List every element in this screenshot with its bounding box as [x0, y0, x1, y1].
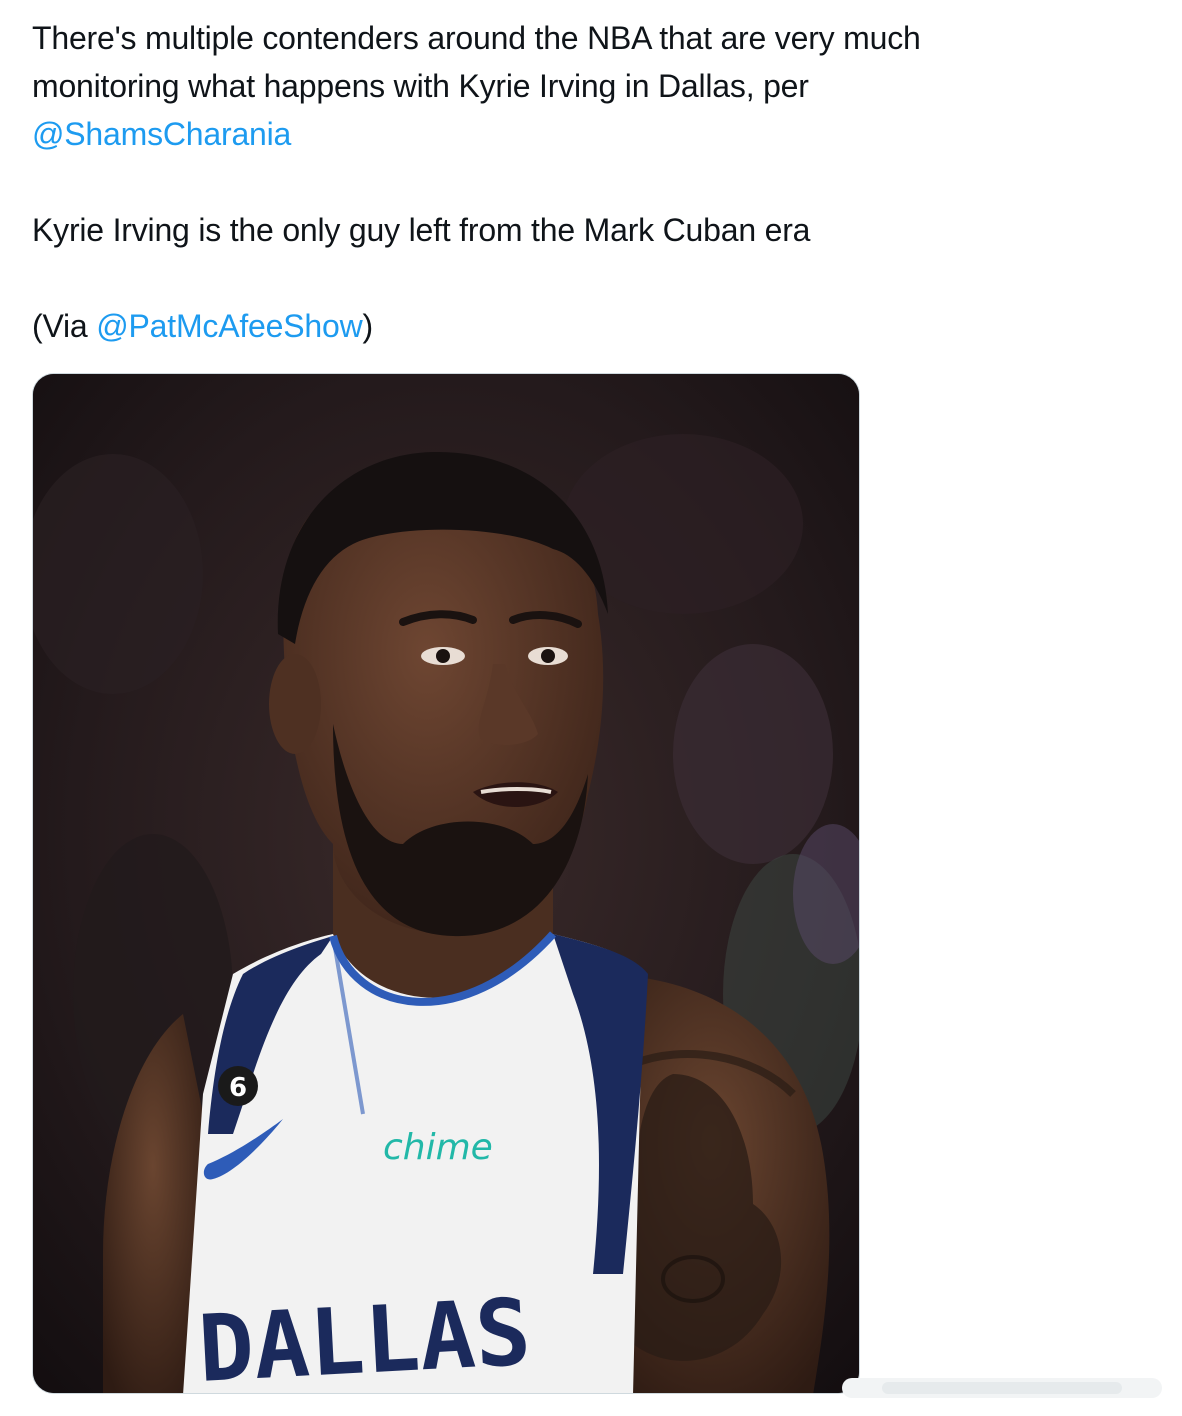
mention-shams-charania[interactable]: @ShamsCharania: [32, 116, 291, 152]
jersey-team-text: DALLAS: [196, 1279, 533, 1394]
tweet-via-line: (Via @PatMcAfeeShow): [32, 302, 1152, 350]
tweet-line-2: monitoring what happens with Kyrie Irvin…: [32, 68, 809, 104]
mention-pat-mcafee-show[interactable]: @PatMcAfeeShow: [96, 308, 362, 344]
watermark: [842, 1378, 1162, 1398]
tweet-line-1: There's multiple contenders around the N…: [32, 20, 921, 56]
jersey-sponsor-text: chime: [383, 1127, 493, 1168]
tweet-line-3: Kyrie Irving is the only guy left from t…: [32, 212, 811, 248]
via-suffix: ): [362, 308, 373, 344]
tweet-text: There's multiple contenders around the N…: [32, 14, 1152, 350]
player-photo-illustration: 6 chime DALLAS: [33, 374, 859, 1394]
jersey-patch-number: 6: [229, 1073, 247, 1103]
via-prefix: (Via: [32, 308, 97, 344]
tweet-media-photo[interactable]: 6 chime DALLAS: [32, 373, 860, 1394]
